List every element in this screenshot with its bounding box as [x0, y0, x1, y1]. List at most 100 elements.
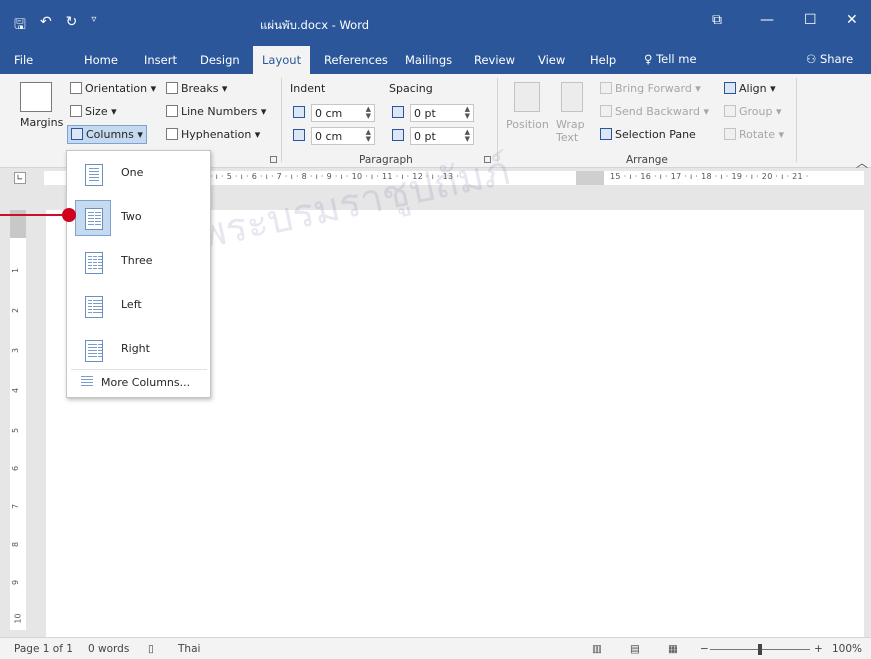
vruler-number: 4 — [11, 387, 21, 394]
zoom-slider-handle[interactable] — [758, 644, 762, 655]
indent-right-input[interactable]: 0 cm ▲ ▼ — [311, 127, 375, 145]
undo-icon[interactable]: ↶ — [40, 14, 52, 38]
hyphenation-icon — [166, 128, 178, 140]
tab-layout[interactable]: Layout — [253, 46, 311, 74]
wrap-text-icon[interactable] — [561, 82, 583, 112]
tab-design[interactable]: Design — [200, 53, 240, 67]
tab-home[interactable]: Home — [84, 53, 118, 67]
spacing-after-input[interactable]: 0 pt ▲ ▼ — [410, 127, 474, 145]
wrap-text-button[interactable]: Wrap Text — [556, 118, 590, 144]
ruler-marks-right: 15 · ı · 16 · ı · 17 · ı · 18 · ı · 19 ·… — [610, 172, 809, 181]
columns-option-right[interactable]: Right — [71, 329, 207, 369]
breaks-icon — [166, 82, 178, 94]
read-mode-icon[interactable]: ▥ — [592, 643, 602, 655]
lightbulb-icon: ♀ — [644, 52, 653, 66]
vruler-number: 8 — [11, 541, 21, 548]
proofing-icon[interactable]: ▯ — [148, 643, 154, 655]
tab-review[interactable]: Review — [474, 53, 515, 67]
position-button[interactable]: Position — [506, 118, 549, 131]
orientation-label: Orientation ▾ — [85, 82, 157, 95]
ribbon-display-options-icon[interactable]: ⧉ — [712, 12, 722, 28]
spinner-arrows-icon[interactable]: ▲ ▼ — [366, 129, 371, 143]
hyphenation-button[interactable]: Hyphenation ▾ — [166, 128, 260, 141]
line-numbers-label: Line Numbers ▾ — [181, 105, 267, 118]
tab-selector-icon[interactable]: ∟ — [14, 172, 26, 184]
option-label: Three — [121, 254, 153, 267]
vertical-ruler[interactable]: 1 2 3 4 5 6 7 8 9 10 — [10, 210, 26, 630]
window-title: แผ่นพับ.docx - Word — [260, 18, 370, 32]
group-icon — [724, 105, 736, 117]
person-icon: ⚇ — [806, 52, 817, 66]
annotation-pointer-line — [0, 214, 68, 216]
tab-help[interactable]: Help — [590, 53, 616, 67]
orientation-button[interactable]: Orientation ▾ — [70, 82, 156, 95]
zoom-in-icon[interactable]: + — [814, 643, 823, 655]
selection-pane-icon — [600, 128, 612, 140]
columns-option-three[interactable]: Three — [71, 241, 207, 281]
word-count[interactable]: 0 words — [88, 643, 129, 655]
zoom-level[interactable]: 100% — [832, 643, 862, 655]
align-icon — [724, 82, 736, 94]
send-backward-label: Send Backward — [615, 105, 700, 118]
tell-me-box[interactable]: ♀ Tell me — [644, 52, 697, 66]
share-label: Share — [819, 52, 854, 66]
tab-mailings[interactable]: Mailings — [405, 53, 452, 67]
vruler-number: 10 — [13, 613, 23, 624]
size-button[interactable]: Size ▾ — [70, 105, 117, 118]
more-columns-label: More Columns... — [101, 376, 191, 389]
language-indicator[interactable]: Thai — [178, 643, 200, 655]
spacing-after-value: 0 pt — [414, 130, 436, 143]
selection-pane-button[interactable]: Selection Pane — [600, 128, 696, 141]
indent-left-value: 0 cm — [315, 107, 343, 120]
print-layout-icon[interactable]: ▤ — [630, 643, 640, 655]
option-label: One — [121, 166, 144, 179]
quick-access-toolbar: 🖫 ↶ ↻ ▿ — [14, 14, 96, 38]
page-setup-launcher-icon[interactable] — [270, 156, 277, 163]
group-button[interactable]: Group ▾ — [724, 105, 782, 118]
columns-label: Columns ▾ — [86, 128, 143, 141]
columns-dropdown: One Two Three Left Right More Columns... — [66, 150, 211, 398]
indent-left-input[interactable]: 0 cm ▲ ▼ — [311, 104, 375, 122]
share-button[interactable]: ⚇ Share — [806, 52, 853, 66]
align-button[interactable]: Align ▾ — [724, 82, 776, 95]
columns-option-one[interactable]: One — [71, 153, 207, 193]
close-button[interactable]: ✕ — [846, 12, 858, 28]
breaks-button[interactable]: Breaks ▾ — [166, 82, 227, 95]
annotation-pointer-dot — [62, 208, 76, 222]
indent-label: Indent — [290, 82, 326, 95]
web-layout-icon[interactable]: ▦ — [668, 643, 678, 655]
redo-icon[interactable]: ↻ — [66, 14, 78, 38]
bring-forward-button[interactable]: Bring Forward ▾ — [600, 82, 701, 95]
maximize-button[interactable]: ☐ — [804, 12, 817, 28]
page-count[interactable]: Page 1 of 1 — [14, 643, 73, 655]
zoom-out-icon[interactable]: − — [700, 643, 709, 655]
minimize-button[interactable]: — — [760, 12, 774, 28]
line-numbers-button[interactable]: Line Numbers ▾ — [166, 105, 266, 118]
spinner-arrows-icon[interactable]: ▲ ▼ — [465, 106, 470, 120]
save-icon[interactable]: 🖫 — [14, 14, 26, 38]
status-bar: Page 1 of 1 0 words ▯ Thai ▥ ▤ ▦ − + 100… — [0, 637, 871, 659]
position-icon[interactable] — [514, 82, 540, 112]
columns-button[interactable]: Columns ▾ — [67, 125, 147, 144]
spinner-arrows-icon[interactable]: ▲ ▼ — [465, 129, 470, 143]
rotate-button[interactable]: Rotate ▾ — [724, 128, 784, 141]
tab-file[interactable]: File — [14, 53, 33, 67]
spinner-arrows-icon[interactable]: ▲ ▼ — [366, 106, 371, 120]
spacing-before-icon — [392, 106, 404, 118]
customize-qat-icon[interactable]: ▿ — [91, 14, 96, 38]
columns-option-left[interactable]: Left — [71, 285, 207, 325]
send-backward-button[interactable]: Send Backward ▾ — [600, 105, 709, 118]
margins-button[interactable]: Margins — [20, 116, 63, 129]
right-columns-icon — [75, 332, 111, 368]
tab-insert[interactable]: Insert — [144, 53, 177, 67]
more-columns-item[interactable]: More Columns... — [71, 369, 207, 393]
columns-option-two[interactable]: Two — [71, 197, 207, 237]
spacing-label: Spacing — [389, 82, 433, 95]
tab-references[interactable]: References — [324, 53, 388, 67]
margins-icon[interactable] — [20, 82, 52, 112]
send-backward-icon — [600, 105, 612, 117]
size-icon — [70, 105, 82, 117]
tab-view[interactable]: View — [538, 53, 565, 67]
left-columns-icon — [75, 288, 111, 324]
spacing-before-input[interactable]: 0 pt ▲ ▼ — [410, 104, 474, 122]
